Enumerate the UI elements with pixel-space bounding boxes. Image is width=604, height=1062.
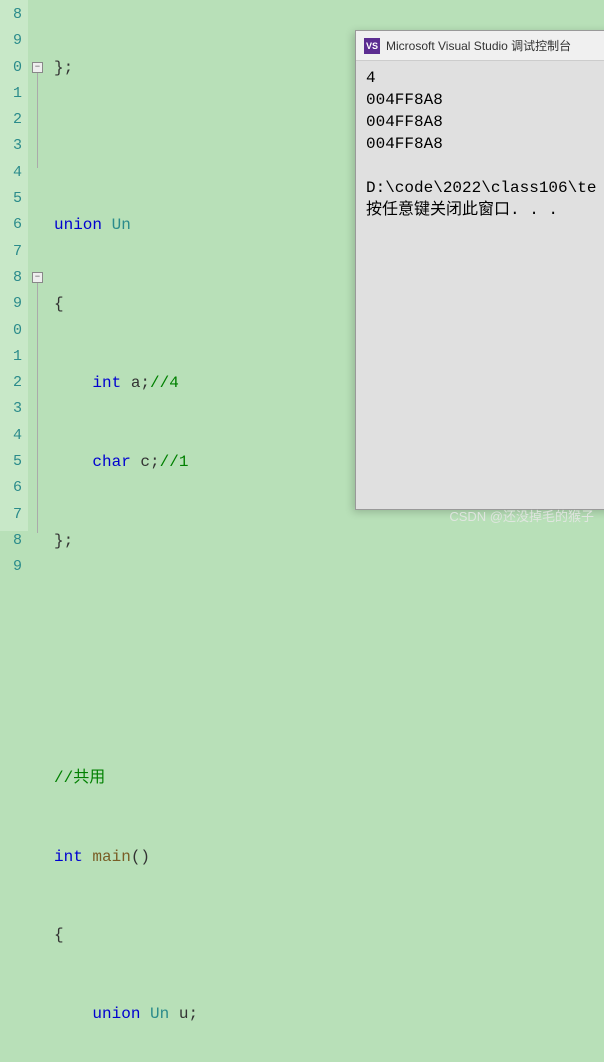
fold-column: − − [28, 0, 48, 531]
fold-minus-icon[interactable]: − [32, 272, 43, 283]
debug-console-window[interactable]: VS Microsoft Visual Studio 调试控制台 4 004FF… [355, 30, 604, 510]
console-title-text: Microsoft Visual Studio 调试控制台 [386, 37, 571, 54]
watermark: CSDN @还没掉毛的猴子 [449, 506, 594, 525]
comment: //4 [150, 374, 179, 392]
code-token: }; [54, 59, 73, 77]
comment: //1 [160, 453, 189, 471]
visual-studio-icon: VS [364, 38, 380, 54]
comment: //共用 [54, 769, 105, 787]
console-output: 4 004FF8A8 004FF8A8 004FF8A8 D:\code\202… [356, 61, 604, 227]
console-titlebar[interactable]: VS Microsoft Visual Studio 调试控制台 [356, 31, 604, 61]
fold-minus-icon[interactable]: − [32, 62, 43, 73]
keyword-union: union [54, 216, 102, 234]
line-number-gutter: 89 01 23 45 67 89 01 23 45 67 89 [0, 0, 28, 531]
function-main: main [83, 848, 131, 866]
